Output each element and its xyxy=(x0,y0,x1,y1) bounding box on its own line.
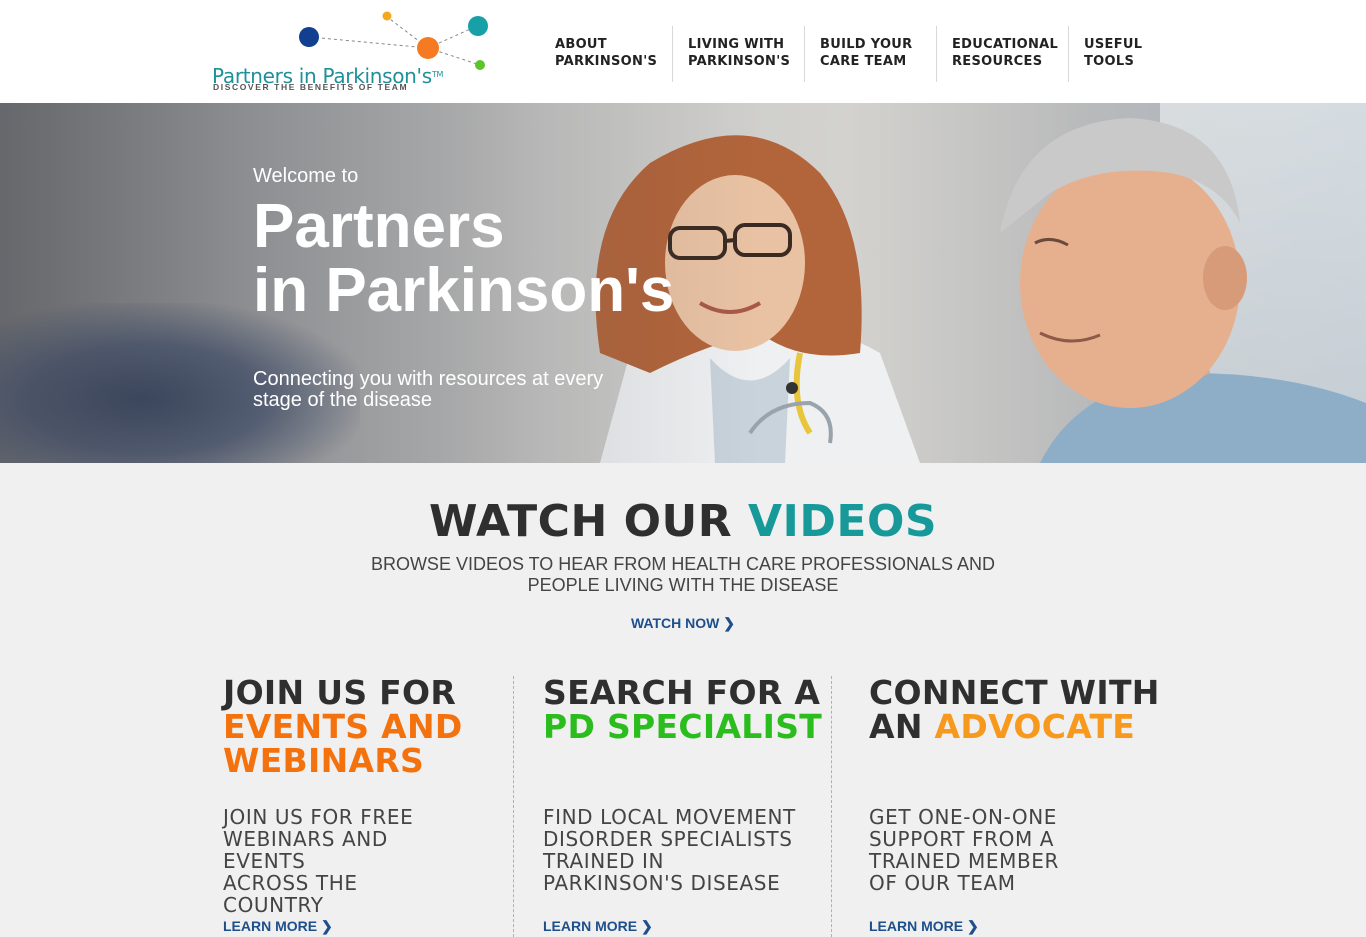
hero-title: Partners in Parkinson's xyxy=(253,192,675,325)
nav-living-with-parkinsons[interactable]: LIVING WITH PARKINSON'S xyxy=(672,26,804,82)
watch-now-link[interactable]: WATCH NOW ❯ xyxy=(0,615,1366,632)
events-title: JOIN US FOR EVENTS AND WEBINARS xyxy=(223,676,463,778)
nav-educational-resources[interactable]: EDUCATIONAL RESOURCES xyxy=(936,26,1068,82)
hero-welcome: Welcome to xyxy=(253,165,359,187)
hero-banner: Welcome to Partners in Parkinson's Conne… xyxy=(0,103,1366,463)
nav-build-care-team[interactable]: BUILD YOUR CARE TEAM xyxy=(804,26,936,82)
site-header: Partners in Parkinson'sTM DISCOVER THE B… xyxy=(0,0,1366,103)
column-divider xyxy=(513,676,514,937)
events-column: JOIN US FOR EVENTS AND WEBINARS JOIN US … xyxy=(223,676,463,935)
advocate-learn-more-link[interactable]: LEARN MORE ❯ xyxy=(869,918,979,935)
events-learn-more-link[interactable]: LEARN MORE ❯ xyxy=(223,918,333,935)
main-nav: ABOUT PARKINSON'S LIVING WITH PARKINSON'… xyxy=(540,26,1200,82)
hero-subtitle: Connecting you with resources at every s… xyxy=(253,368,604,411)
advocate-description: GET ONE-ON-ONE SUPPORT FROM A TRAINED ME… xyxy=(869,805,1060,895)
videos-heading: WATCH OUR VIDEOS xyxy=(0,496,1366,547)
events-title-highlight2: WEBINARS xyxy=(223,741,425,780)
videos-heading-main: WATCH OUR xyxy=(428,496,748,547)
videos-subtitle: BROWSE VIDEOS TO HEAR FROM HEALTH CARE P… xyxy=(370,554,996,595)
site-logo[interactable]: Partners in Parkinson'sTM DISCOVER THE B… xyxy=(210,8,500,96)
specialist-column: SEARCH FOR A PD SPECIALIST FIND LOCAL MO… xyxy=(543,676,822,935)
specialist-learn-more-link[interactable]: LEARN MORE ❯ xyxy=(543,918,653,935)
specialist-title: SEARCH FOR A PD SPECIALIST xyxy=(543,676,822,744)
column-divider xyxy=(831,676,832,937)
specialist-title-line1: SEARCH FOR A xyxy=(543,673,821,712)
specialist-description: FIND LOCAL MOVEMENT DISORDER SPECIALISTS… xyxy=(543,805,796,895)
events-description: JOIN US FOR FREE WEBINARS AND EVENTS ACR… xyxy=(223,805,414,917)
videos-heading-highlight: VIDEOS xyxy=(747,496,938,547)
advocate-title-prefix: AN xyxy=(869,707,935,746)
nav-about-parkinsons[interactable]: ABOUT PARKINSON'S xyxy=(540,26,672,82)
advocate-title: CONNECT WITH AN ADVOCATE xyxy=(869,676,1160,744)
specialist-title-highlight: PD SPECIALIST xyxy=(543,707,823,746)
advocate-title-highlight: ADVOCATE xyxy=(934,707,1136,746)
logo-tagline: DISCOVER THE BENEFITS OF TEAM xyxy=(213,82,409,92)
events-title-highlight: EVENTS AND xyxy=(223,707,463,746)
patient-image xyxy=(1000,118,1366,463)
trademark-mark: TM xyxy=(431,70,444,79)
events-title-line1: JOIN US FOR xyxy=(223,673,457,712)
nav-useful-tools[interactable]: USEFUL TOOLS xyxy=(1068,26,1200,82)
advocate-column: CONNECT WITH AN ADVOCATE GET ONE-ON-ONE … xyxy=(869,676,1160,935)
advocate-title-line1: CONNECT WITH xyxy=(869,673,1160,712)
